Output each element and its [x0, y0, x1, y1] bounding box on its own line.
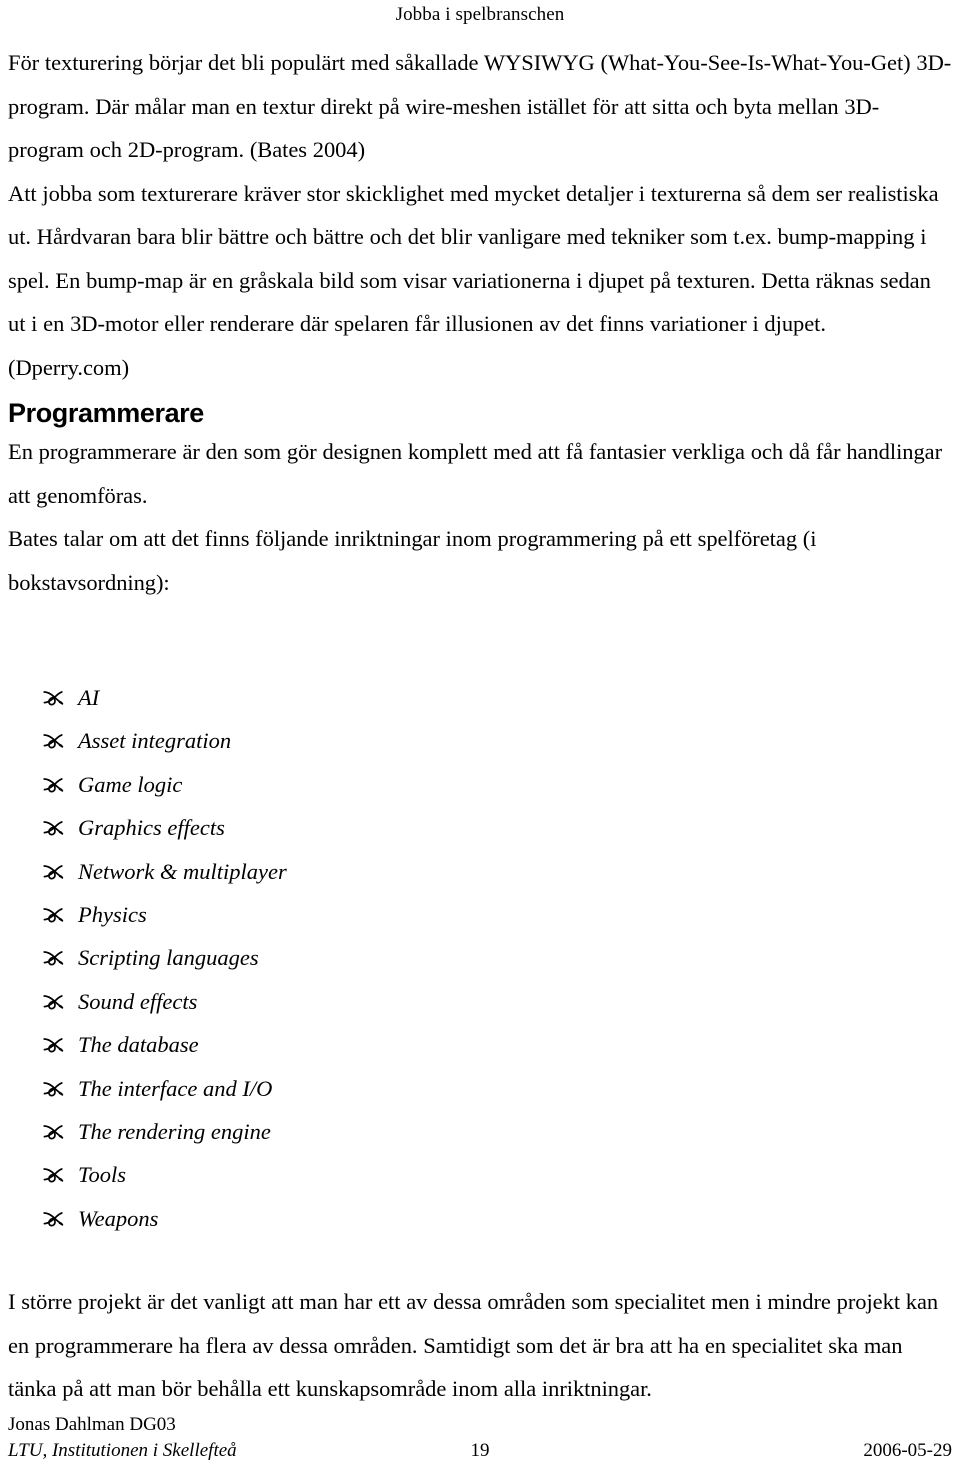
document-body: För texturering börjar det bli populärt … [8, 41, 952, 604]
aldus-leaf-bullet-icon [42, 1067, 68, 1110]
list-item: Scripting languages [0, 936, 944, 979]
list-item: The database [0, 1023, 944, 1066]
list-item-label: Tools [78, 1162, 126, 1188]
running-header-title: Jobba i spelbranschen [395, 4, 565, 25]
list-item: Weapons [0, 1197, 944, 1240]
footer-author: Jonas Dahlman DG03 [8, 1414, 176, 1435]
programming-disciplines-list: AI Asset integration Game logic Graphics ef… [0, 676, 944, 1240]
list-item-label: Sound effects [78, 988, 198, 1014]
list-item-label: Asset integration [78, 728, 232, 754]
paragraph-texturing: För texturering börjar det bli populärt … [8, 50, 952, 162]
section-heading-programmerare: Programmerare [8, 398, 204, 428]
aldus-leaf-bullet-icon [42, 850, 68, 893]
footer-page-number: 19 [470, 1440, 490, 1461]
list-item-label: The interface and I/O [78, 1075, 273, 1101]
footer-row: LTU, Institutionen i Skellefteå 19 2006-… [8, 1437, 952, 1465]
list-item-label: Network & multiplayer [78, 858, 287, 884]
list-item: Graphics effects [0, 806, 944, 849]
document-closing: I större projekt är det vanligt att man … [8, 1280, 952, 1411]
list-item: Physics [0, 893, 944, 936]
list-item: The rendering engine [0, 1110, 944, 1153]
aldus-leaf-bullet-icon [42, 1153, 68, 1196]
aldus-leaf-bullet-icon [42, 1023, 68, 1066]
aldus-leaf-bullet-icon [42, 719, 68, 762]
list-item: AI [0, 676, 944, 719]
paragraph-texturer-skills: Att jobba som texturerare kräver stor sk… [8, 180, 939, 380]
list-item-label: Physics [78, 901, 147, 927]
paragraph-bates-list-intro: Bates talar om att det finns följande in… [8, 526, 817, 595]
list-item: The interface and I/O [0, 1067, 944, 1110]
aldus-leaf-bullet-icon [42, 1197, 68, 1240]
list-item-label: Weapons [78, 1205, 159, 1231]
aldus-leaf-bullet-icon [42, 980, 68, 1023]
footer-date: 2006-05-29 [863, 1440, 952, 1461]
list-item: Tools [0, 1153, 944, 1196]
list-item-label: The database [78, 1032, 199, 1058]
list-item-label: Scripting languages [78, 945, 259, 971]
paragraph-specialisation: I större projekt är det vanligt att man … [8, 1289, 939, 1401]
list-item: Network & multiplayer [0, 850, 944, 893]
aldus-leaf-bullet-icon [42, 1110, 68, 1153]
list-item: Asset integration [0, 719, 944, 762]
aldus-leaf-bullet-icon [42, 763, 68, 806]
aldus-leaf-bullet-icon [42, 936, 68, 979]
paragraph-programmerare-intro: En programmerare är den som gör designen… [8, 439, 943, 508]
document-page: Jobba i spelbranschen För texturering bö… [0, 0, 960, 1474]
aldus-leaf-bullet-icon [42, 676, 68, 719]
list-item-label: The rendering engine [78, 1118, 271, 1144]
list-item: Game logic [0, 763, 944, 806]
list-item-label: Game logic [78, 771, 183, 797]
document-footer: Jonas Dahlman DG03 LTU, Institutionen i … [8, 1412, 952, 1465]
list-item-label: AI [78, 685, 100, 710]
aldus-leaf-bullet-icon [42, 893, 68, 936]
list-item-label: Graphics effects [78, 815, 225, 841]
aldus-leaf-bullet-icon [42, 806, 68, 849]
list-item: Sound effects [0, 980, 944, 1023]
